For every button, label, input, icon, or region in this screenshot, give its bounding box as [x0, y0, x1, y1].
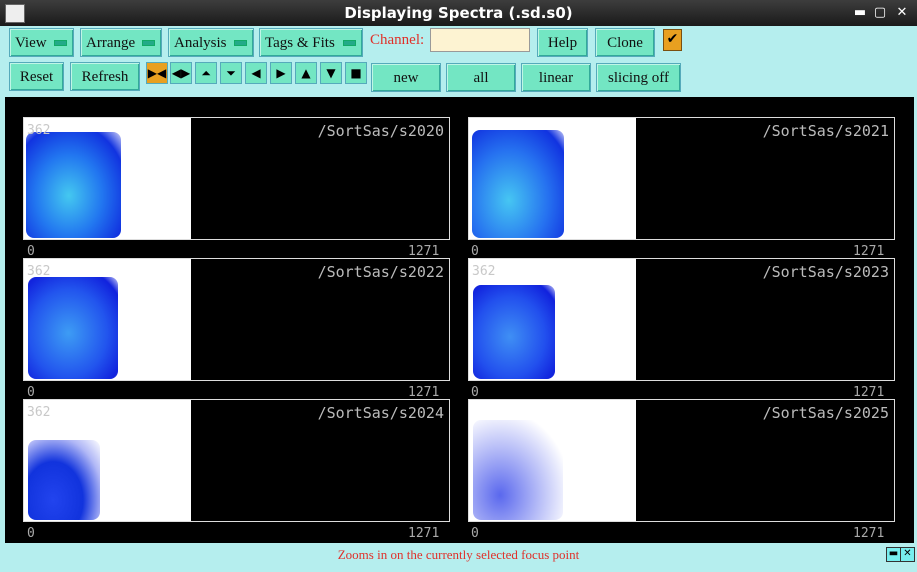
- y-max-label: 362: [472, 264, 496, 279]
- x-min-label: 0: [27, 385, 35, 400]
- full-view-icon[interactable]: ■: [345, 62, 367, 84]
- channel-label: Channel:: [370, 32, 425, 48]
- window-title: Displaying Spectra (.sd.s0): [344, 4, 573, 22]
- scroll-down-icon[interactable]: ▼: [320, 62, 342, 84]
- arrange-menu-label: Arrange: [86, 35, 136, 51]
- spectrum-name: /SortSas/s2025: [762, 404, 889, 422]
- view-menu-label: View: [15, 35, 47, 51]
- x-max-label: 1271: [853, 244, 885, 259]
- x-max-label: 1271: [408, 385, 440, 400]
- analysis-menu-label: Analysis: [174, 35, 227, 51]
- tags-fits-menu-label: Tags & Fits: [265, 35, 335, 51]
- slicing-button[interactable]: slicing off: [596, 63, 681, 92]
- maximize-button[interactable]: ▢: [871, 4, 889, 22]
- spectrum-panel-s2021[interactable]: /SortSas/s2021: [468, 117, 895, 240]
- x-max-label: 1271: [408, 244, 440, 259]
- spectrum-panel-s2024[interactable]: 362 /SortSas/s2024: [23, 399, 450, 522]
- reset-button[interactable]: Reset: [9, 62, 64, 91]
- y-max-label: 362: [27, 264, 51, 279]
- close-button[interactable]: ✕: [893, 4, 911, 22]
- analysis-menu[interactable]: Analysis: [168, 28, 254, 57]
- status-minimize-button[interactable]: ▬: [886, 547, 901, 562]
- y-max-label: 362: [27, 123, 51, 138]
- dropdown-indicator-icon: [54, 40, 67, 46]
- expand-vertical-icon[interactable]: ⏶: [195, 62, 217, 84]
- shrink-vertical-icon[interactable]: ⏷: [220, 62, 242, 84]
- status-message: Zooms in on the currently selected focus…: [337, 547, 580, 562]
- spectrum-name: /SortSas/s2021: [762, 122, 889, 140]
- spectrum-panel-s2020[interactable]: 362 /SortSas/s2020: [23, 117, 450, 240]
- new-button[interactable]: new: [371, 63, 441, 92]
- x-min-label: 0: [471, 385, 479, 400]
- spectrum-panel-s2023[interactable]: 362 /SortSas/s2023: [468, 258, 895, 381]
- dropdown-indicator-icon: [234, 40, 247, 46]
- x-max-label: 1271: [853, 385, 885, 400]
- scroll-right-icon[interactable]: ▶: [270, 62, 292, 84]
- spectrum-name: /SortSas/s2022: [317, 263, 444, 281]
- minimize-button[interactable]: ▬: [851, 4, 869, 22]
- y-max-label: 362: [27, 405, 51, 420]
- x-min-label: 0: [471, 526, 479, 541]
- spectrum-name: /SortSas/s2020: [317, 122, 444, 140]
- view-menu[interactable]: View: [9, 28, 74, 57]
- zoom-in-icon[interactable]: ▶◀: [146, 62, 168, 84]
- scroll-left-icon[interactable]: ◀: [245, 62, 267, 84]
- refresh-button[interactable]: Refresh: [70, 62, 140, 91]
- dropdown-indicator-icon: [343, 40, 356, 46]
- spectrum-name: /SortSas/s2024: [317, 404, 444, 422]
- spectrum-canvas[interactable]: 362 /SortSas/s2020 0 1271 /SortSas/s2021…: [5, 97, 914, 543]
- all-button[interactable]: all: [446, 63, 516, 92]
- x-min-label: 0: [27, 244, 35, 259]
- expand-horizontal-icon[interactable]: ◀▶: [170, 62, 192, 84]
- arrange-menu[interactable]: Arrange: [80, 28, 162, 57]
- status-bar: Zooms in on the currently selected focus…: [0, 543, 917, 572]
- x-min-label: 0: [27, 526, 35, 541]
- clone-button[interactable]: Clone: [595, 28, 655, 57]
- help-button[interactable]: Help: [537, 28, 588, 57]
- scatter-plot: [469, 400, 636, 521]
- linear-button[interactable]: linear: [521, 63, 591, 92]
- spectrum-name: /SortSas/s2023: [762, 263, 889, 281]
- tags-fits-menu[interactable]: Tags & Fits: [259, 28, 363, 57]
- status-close-button[interactable]: ✕: [900, 547, 915, 562]
- spectrum-panel-s2022[interactable]: 362 /SortSas/s2022: [23, 258, 450, 381]
- scatter-plot: [469, 118, 636, 239]
- x-max-label: 1271: [408, 526, 440, 541]
- scroll-up-icon[interactable]: ▲: [295, 62, 317, 84]
- title-bar: Displaying Spectra (.sd.s0) ▬ ▢ ✕: [0, 0, 917, 26]
- x-max-label: 1271: [853, 526, 885, 541]
- spectrum-panel-s2025[interactable]: /SortSas/s2025: [468, 399, 895, 522]
- checkbox[interactable]: ✔: [663, 29, 682, 51]
- dropdown-indicator-icon: [142, 40, 155, 46]
- channel-input[interactable]: [430, 28, 530, 52]
- x-min-label: 0: [471, 244, 479, 259]
